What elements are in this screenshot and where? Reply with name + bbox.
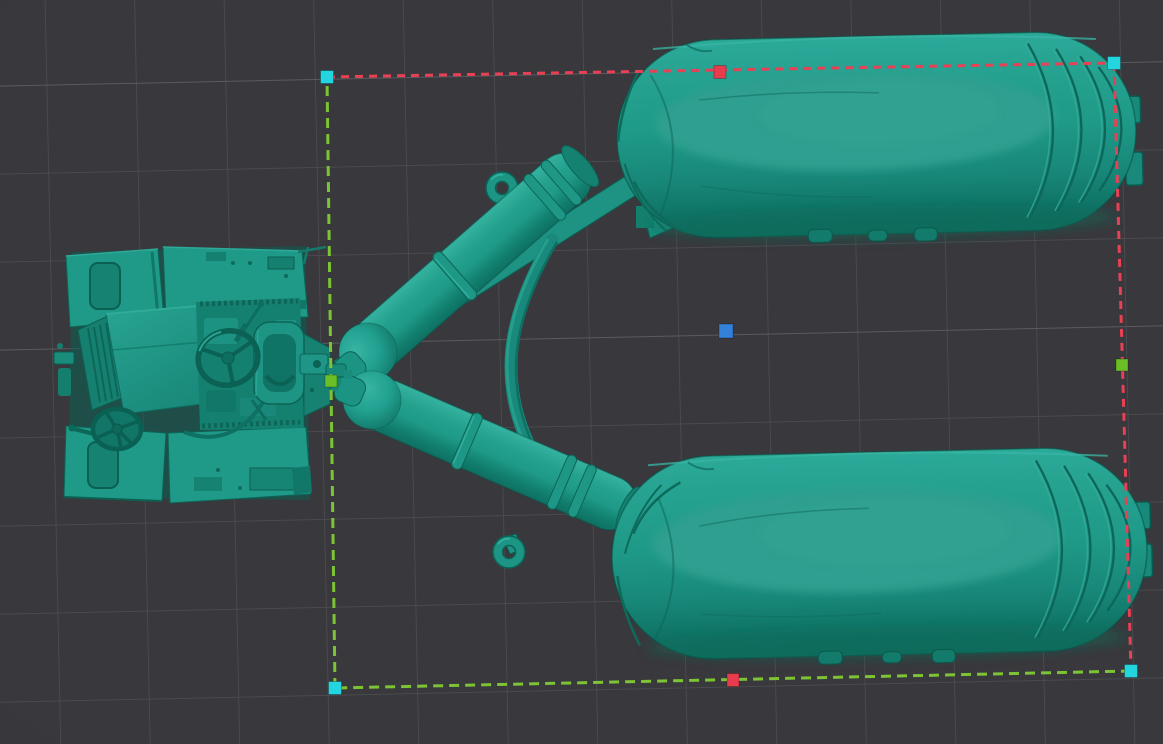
selection-handle-bottom-left[interactable] (329, 682, 342, 695)
selection-handle-top-right[interactable] (1108, 57, 1121, 70)
selection-handle-bottom-center[interactable] (727, 674, 739, 687)
3d-viewport[interactable] (0, 0, 1163, 744)
selection-handle-center[interactable] (719, 324, 733, 338)
selection-handle-bottom-right[interactable] (1125, 665, 1138, 678)
selection-gizmo (0, 0, 1163, 744)
selection-handle-mid-left[interactable] (325, 375, 337, 387)
selection-handle-mid-right[interactable] (1116, 359, 1128, 371)
selection-handle-top-left[interactable] (321, 71, 334, 84)
selection-handle-top-center[interactable] (714, 66, 726, 79)
